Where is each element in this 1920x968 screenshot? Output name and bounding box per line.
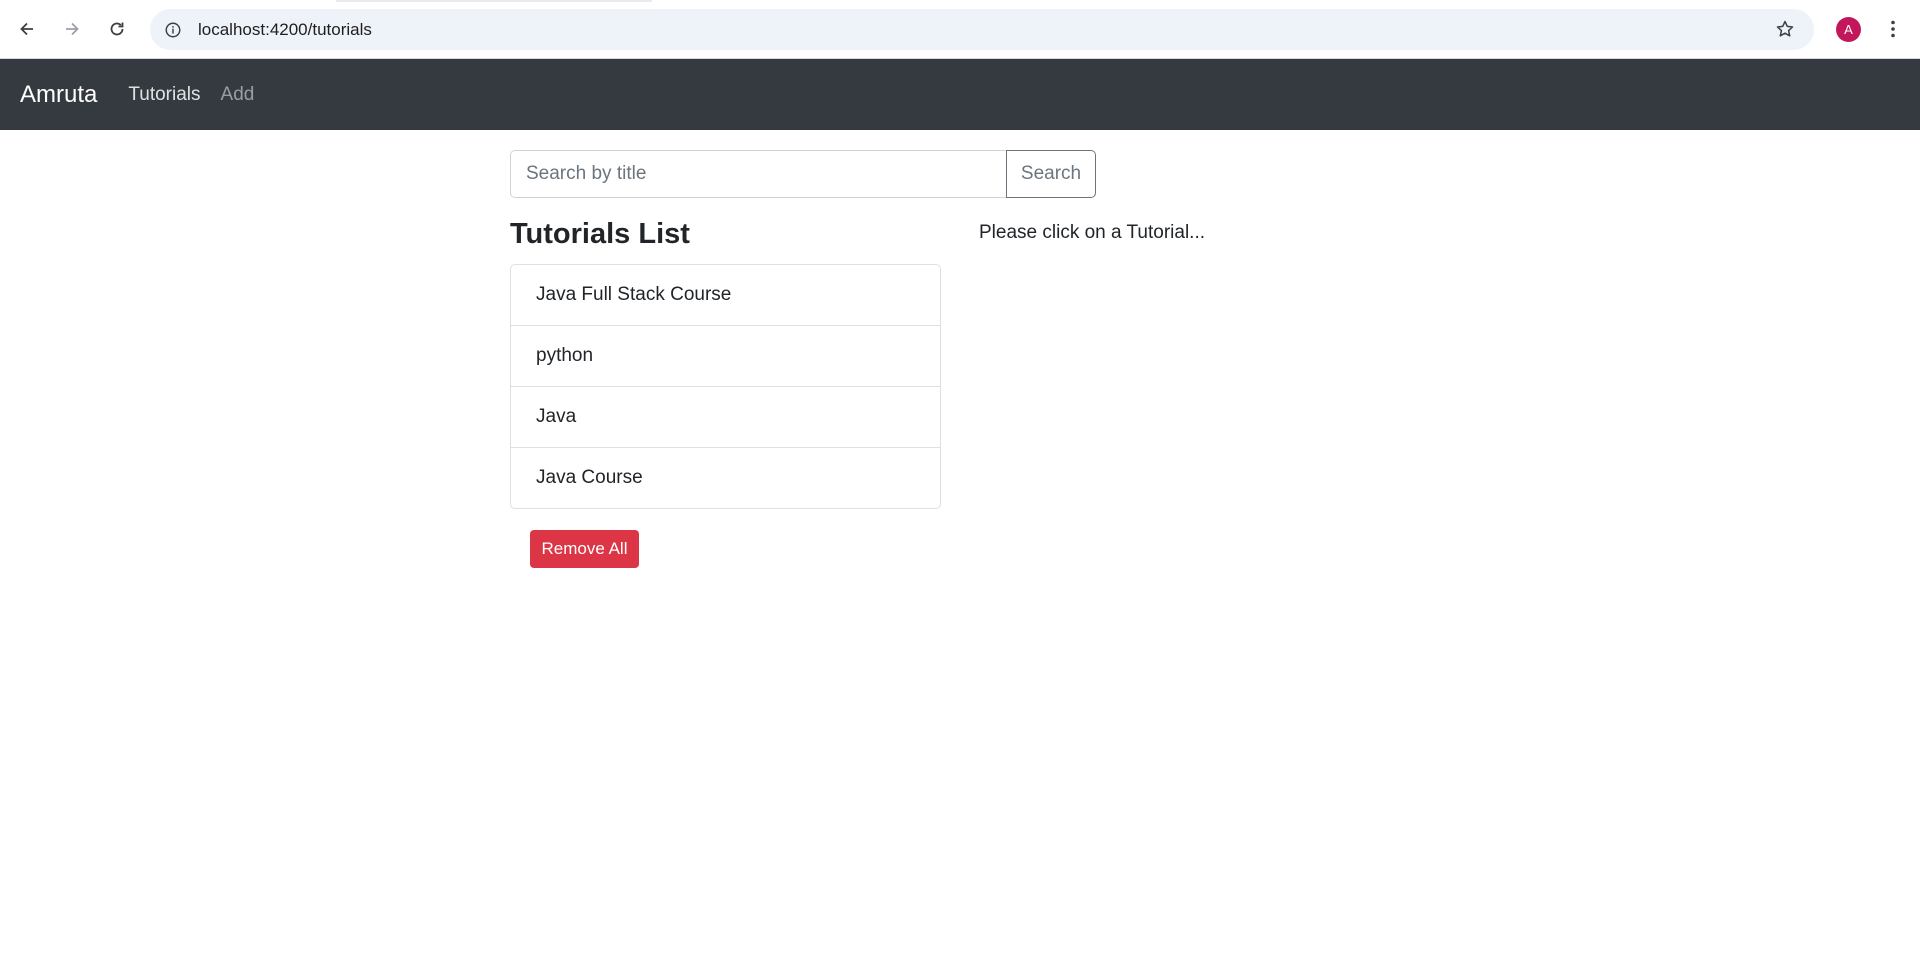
back-arrow-icon <box>20 22 33 36</box>
search-button[interactable]: Search <box>1006 150 1096 198</box>
tab-strip <box>0 0 1920 2</box>
select-tutorial-hint: Please click on a Tutorial... <box>979 222 1205 243</box>
profile-avatar[interactable]: A <box>1836 17 1861 42</box>
nav-link-add[interactable]: Add <box>221 84 255 106</box>
reload-icon <box>110 22 124 36</box>
forward-button[interactable] <box>56 13 88 45</box>
site-info-icon[interactable] <box>162 19 184 41</box>
search-group: Search <box>510 150 1097 198</box>
address-bar[interactable]: localhost:4200/tutorials <box>150 9 1814 50</box>
browser-menu-icon[interactable] <box>1880 15 1906 43</box>
bookmark-star-icon[interactable] <box>1774 18 1796 40</box>
tutorials-list: Java Full Stack Course python Java Java … <box>510 264 941 509</box>
list-item[interactable]: Java Full Stack Course <box>511 265 940 326</box>
reload-button[interactable] <box>101 13 133 45</box>
nav-link-tutorials[interactable]: Tutorials <box>128 84 200 106</box>
list-item[interactable]: Java Course <box>511 448 940 508</box>
app-navbar: Amruta Tutorials Add <box>0 59 1920 130</box>
browser-toolbar: localhost:4200/tutorials A <box>0 0 1920 59</box>
list-item[interactable]: Java <box>511 387 940 448</box>
url-text: localhost:4200/tutorials <box>198 19 372 39</box>
back-button[interactable] <box>11 13 43 45</box>
brand-link[interactable]: Amruta <box>20 81 97 109</box>
active-tab-indicator <box>336 0 652 2</box>
search-input[interactable] <box>510 150 1007 198</box>
forward-arrow-icon <box>66 22 79 36</box>
list-item[interactable]: python <box>511 326 940 387</box>
remove-all-button[interactable]: Remove All <box>530 530 639 568</box>
tutorials-list-title: Tutorials List <box>510 218 690 250</box>
